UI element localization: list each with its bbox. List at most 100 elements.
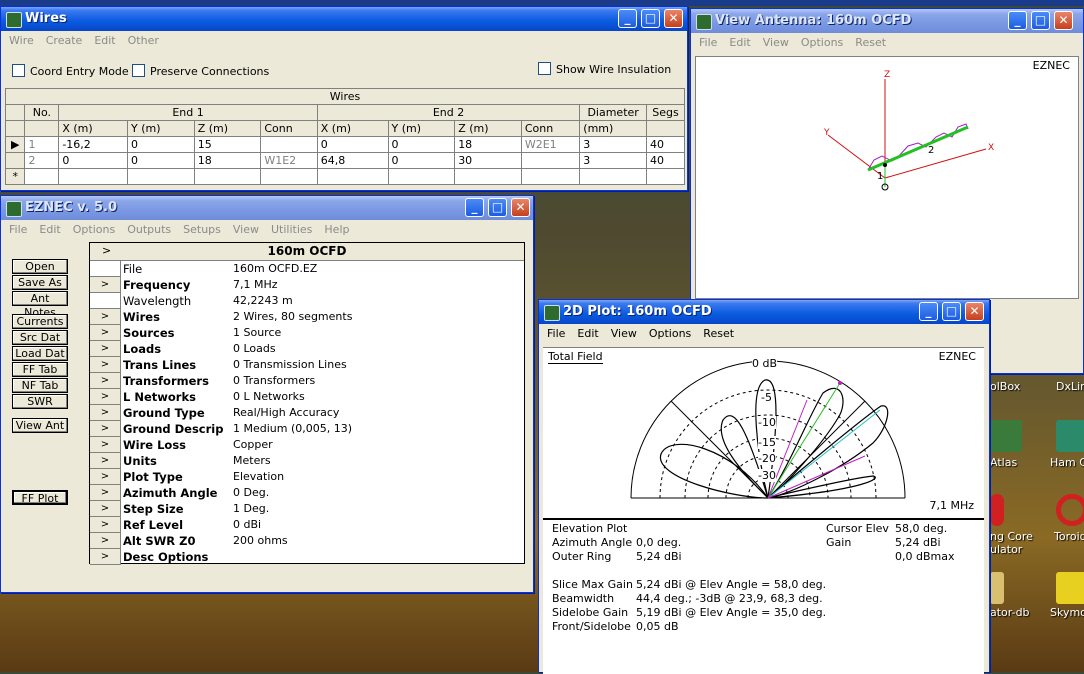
cell[interactable]: 64,8	[316, 152, 389, 169]
menu-utilities[interactable]: Utilities	[265, 220, 318, 236]
menu-view[interactable]: View	[605, 324, 643, 340]
row-arrow-button[interactable]: >	[90, 549, 121, 565]
desktop-icon-label[interactable]: Atlas	[990, 456, 1017, 469]
row-arrow-button[interactable]: >	[90, 325, 121, 341]
ham-ca-icon[interactable]	[1056, 420, 1084, 452]
toroid-icon[interactable]	[1056, 494, 1084, 526]
desktop-icon-label[interactable]: Toroid	[1054, 530, 1084, 543]
property-row[interactable]: > Units Meters	[90, 453, 524, 469]
property-row[interactable]: > Loads 0 Loads	[90, 341, 524, 357]
close-button[interactable]: ✕	[965, 302, 984, 321]
property-row[interactable]: > Frequency 7,1 MHz	[90, 277, 524, 293]
desktop-icon-label[interactable]: Skymo	[1050, 606, 1084, 619]
desktop-icon-label[interactable]: ulator	[990, 543, 1022, 556]
swr-button[interactable]: SWR	[12, 394, 68, 409]
cell[interactable]: W2E1	[520, 136, 581, 153]
property-row[interactable]: > L Networks 0 L Networks	[90, 389, 524, 405]
row-arrow-button[interactable]: >	[90, 453, 121, 469]
desktop-icon-label[interactable]: Ham CA	[1050, 456, 1084, 469]
coord-entry-checkbox[interactable]	[12, 64, 25, 77]
menu-options[interactable]: Options	[643, 324, 697, 340]
maximize-button[interactable]: □	[641, 9, 660, 28]
menu-help[interactable]: Help	[318, 220, 355, 236]
preserve-connections-option[interactable]: Preserve Connections	[132, 64, 269, 78]
plot-titlebar[interactable]: 2D Plot: 160m OCFD _ □ ✕	[539, 300, 989, 324]
cell[interactable]: 0	[316, 136, 389, 153]
desktop-icon-label[interactable]: olBox	[990, 380, 1020, 393]
antenna-view-canvas[interactable]: EZNEC Z X Y 1 2	[695, 56, 1079, 299]
menu-edit[interactable]: Edit	[723, 33, 756, 49]
menu-view[interactable]: View	[757, 33, 795, 49]
cell[interactable]	[260, 136, 318, 153]
menu-file[interactable]: File	[3, 220, 33, 236]
row-arrow-button[interactable]: >	[90, 501, 121, 517]
maximize-button[interactable]: □	[488, 198, 507, 217]
desktop-icon-label[interactable]: DxLin	[1056, 380, 1084, 393]
property-row[interactable]: > Wires 2 Wires, 80 segments	[90, 309, 524, 325]
currents-button[interactable]: Currents	[12, 314, 68, 329]
menu-other[interactable]: Other	[122, 31, 165, 47]
ff-plot-button[interactable]: FF Plot	[12, 490, 68, 505]
row-arrow-button[interactable]: >	[90, 517, 121, 533]
row-arrow-button[interactable]: >	[90, 437, 121, 453]
cell[interactable]: 3	[579, 136, 647, 153]
cell[interactable]: 0	[387, 152, 456, 169]
row-arrow-button[interactable]: >	[90, 357, 121, 373]
row-arrow-button[interactable]: >	[90, 405, 121, 421]
table-row[interactable]: ▶ 1 -16,2 0 15 0 0 18 W2E1 3 40	[4, 136, 686, 153]
cell[interactable]: 18	[193, 152, 262, 169]
close-button[interactable]: ✕	[664, 9, 683, 28]
wires-titlebar[interactable]: Wires _ □ ✕	[1, 7, 687, 31]
cell[interactable]: 0	[127, 136, 195, 153]
plot-area[interactable]: Total Field EZNEC 7,1 MHz 0 dB -5 -10 -1…	[543, 347, 984, 518]
menu-setups[interactable]: Setups	[177, 220, 227, 236]
menu-options[interactable]: Options	[67, 220, 121, 236]
close-button[interactable]: ✕	[1054, 11, 1073, 30]
cell[interactable]: 1	[24, 136, 60, 153]
cell[interactable]: 18	[454, 136, 522, 153]
row-arrow-button[interactable]: >	[90, 373, 121, 389]
cell[interactable]: 0	[127, 152, 195, 169]
property-row[interactable]: > Alt SWR Z0 200 ohms	[90, 533, 524, 549]
preserve-connections-checkbox[interactable]	[132, 64, 145, 77]
minimize-button[interactable]: _	[919, 302, 938, 321]
property-row[interactable]: > Ref Level 0 dBi	[90, 517, 524, 533]
menu-file[interactable]: File	[693, 33, 723, 49]
menu-view[interactable]: View	[227, 220, 265, 236]
minimize-button[interactable]: _	[465, 198, 484, 217]
menu-wire[interactable]: Wire	[3, 31, 40, 47]
row-arrow-button[interactable]: >	[90, 485, 121, 501]
menu-edit[interactable]: Edit	[33, 220, 66, 236]
atlas-icon[interactable]	[990, 420, 1022, 452]
close-button[interactable]: ✕	[511, 198, 530, 217]
row-arrow-button[interactable]: >	[90, 277, 121, 293]
minimize-button[interactable]: _	[618, 9, 637, 28]
cell[interactable]: W1E2	[260, 152, 318, 169]
cell[interactable]: 0	[387, 136, 456, 153]
cell[interactable]: 30	[454, 152, 522, 169]
minimize-button[interactable]: _	[1008, 11, 1027, 30]
property-row[interactable]: Wavelength 42,2243 m	[90, 293, 524, 309]
property-row[interactable]: File 160m OCFD.EZ	[90, 261, 524, 277]
property-row[interactable]: > Sources 1 Source	[90, 325, 524, 341]
property-row[interactable]: > Desc Options	[90, 549, 524, 565]
show-insulation-option[interactable]: Show Wire Insulation	[538, 62, 671, 76]
property-row[interactable]: > Wire Loss Copper	[90, 437, 524, 453]
property-row[interactable]: > Ground Descrip 1 Medium (0,005, 13)	[90, 421, 524, 437]
show-insulation-checkbox[interactable]	[538, 62, 551, 75]
cell[interactable]: 0	[58, 152, 129, 169]
menu-create[interactable]: Create	[40, 31, 89, 47]
maximize-button[interactable]: □	[942, 302, 961, 321]
property-row[interactable]: > Plot Type Elevation	[90, 469, 524, 485]
menu-file[interactable]: File	[541, 324, 571, 340]
row-arrow-button[interactable]: >	[90, 533, 121, 549]
cell[interactable]: 40	[645, 152, 686, 169]
row-arrow-button[interactable]: >	[90, 469, 121, 485]
cell[interactable]: 2	[24, 152, 60, 169]
skymo-icon[interactable]	[1056, 572, 1084, 604]
menu-options[interactable]: Options	[795, 33, 849, 49]
load-dat-button[interactable]: Load Dat	[12, 346, 68, 361]
property-row[interactable]: > Step Size 1 Deg.	[90, 501, 524, 517]
view-antenna-titlebar[interactable]: View Antenna: 160m OCFD _ □ ✕	[691, 9, 1083, 33]
menu-reset[interactable]: Reset	[849, 33, 892, 49]
